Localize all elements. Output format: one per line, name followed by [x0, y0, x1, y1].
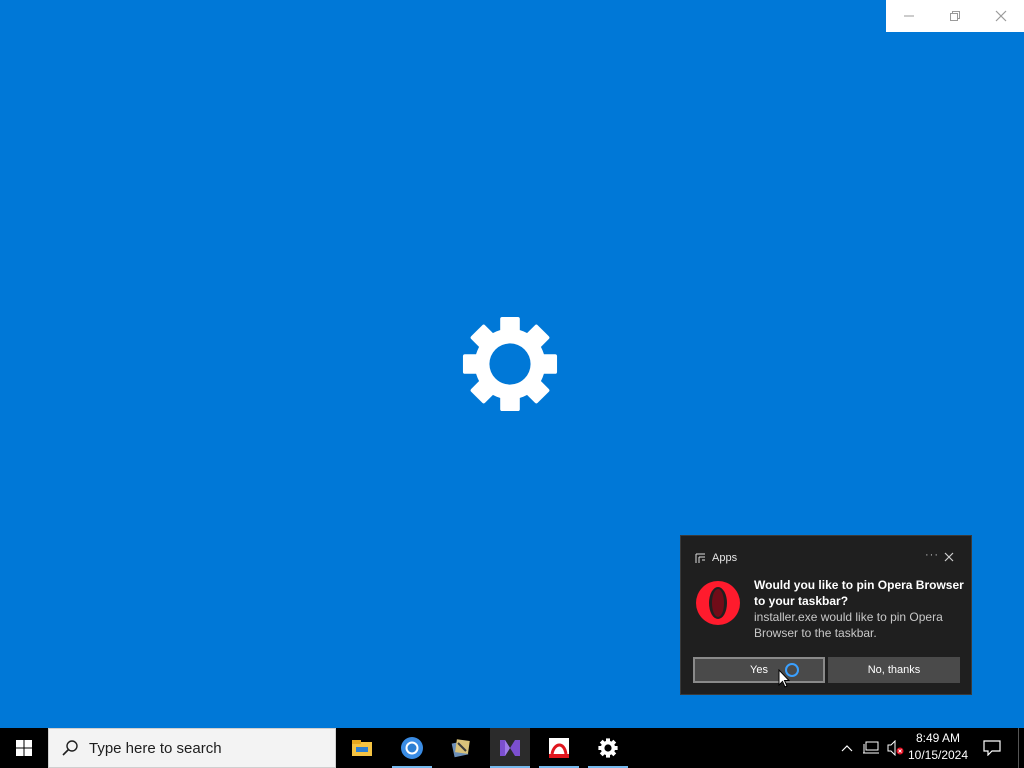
taskbar-app[interactable] — [441, 728, 481, 768]
taskbar-adobe-reader[interactable] — [539, 728, 579, 768]
clock-time: 8:49 AM — [915, 731, 961, 745]
apps-icon — [695, 553, 705, 563]
search-icon — [62, 740, 78, 756]
window-caption-bar — [886, 0, 1024, 32]
taskbar-clock[interactable]: 8:49 AM 10/15/2024 — [903, 730, 973, 766]
close-button[interactable] — [978, 0, 1024, 32]
network-tray-button[interactable] — [860, 728, 882, 768]
volume-muted-icon — [887, 740, 904, 756]
taskbar-chrome[interactable] — [392, 728, 432, 768]
toast-title: Would you like to pin Opera Browser to y… — [754, 578, 964, 608]
windows-logo-icon — [16, 740, 32, 756]
yes-button[interactable]: Yes — [693, 657, 825, 683]
toast-more-button[interactable]: ··· — [925, 549, 939, 561]
taskbar-settings[interactable] — [588, 728, 628, 768]
restore-button[interactable] — [932, 0, 978, 32]
toast-notification: Apps ··· Would you like to pin Opera Bro… — [680, 535, 972, 695]
minimize-icon — [904, 15, 914, 17]
chevron-up-icon — [841, 745, 853, 752]
visual-studio-icon — [500, 740, 520, 756]
mouse-cursor-icon — [778, 669, 790, 688]
minimize-button[interactable] — [886, 0, 932, 32]
settings-icon — [598, 738, 618, 758]
app-icon — [451, 739, 470, 758]
toast-body: installer.exe would like to pin Opera Br… — [754, 610, 943, 640]
network-icon — [863, 741, 879, 754]
search-input[interactable] — [87, 738, 321, 758]
no-thanks-button[interactable]: No, thanks — [828, 657, 960, 683]
gear-icon — [462, 316, 558, 412]
close-icon[interactable] — [943, 551, 955, 563]
file-explorer-icon — [352, 740, 372, 756]
opera-logo-icon — [696, 581, 740, 625]
taskbar: 8:49 AM 10/15/2024 — [0, 728, 1024, 768]
toast-app-name: Apps — [712, 552, 738, 564]
show-hidden-icons-button[interactable] — [838, 728, 856, 768]
close-icon — [995, 10, 1007, 22]
adobe-reader-icon — [549, 738, 569, 758]
chrome-icon — [401, 737, 423, 759]
action-center-button[interactable] — [980, 728, 1004, 768]
taskbar-visual-studio[interactable] — [490, 728, 530, 768]
restore-icon — [950, 11, 960, 21]
search-box[interactable] — [48, 728, 336, 768]
notification-icon — [983, 740, 1001, 756]
taskbar-file-explorer[interactable] — [342, 728, 382, 768]
clock-date: 10/15/2024 — [907, 748, 969, 762]
show-desktop-button[interactable] — [1018, 728, 1024, 768]
toast-header: Apps — [695, 550, 737, 566]
start-button[interactable] — [0, 728, 48, 768]
